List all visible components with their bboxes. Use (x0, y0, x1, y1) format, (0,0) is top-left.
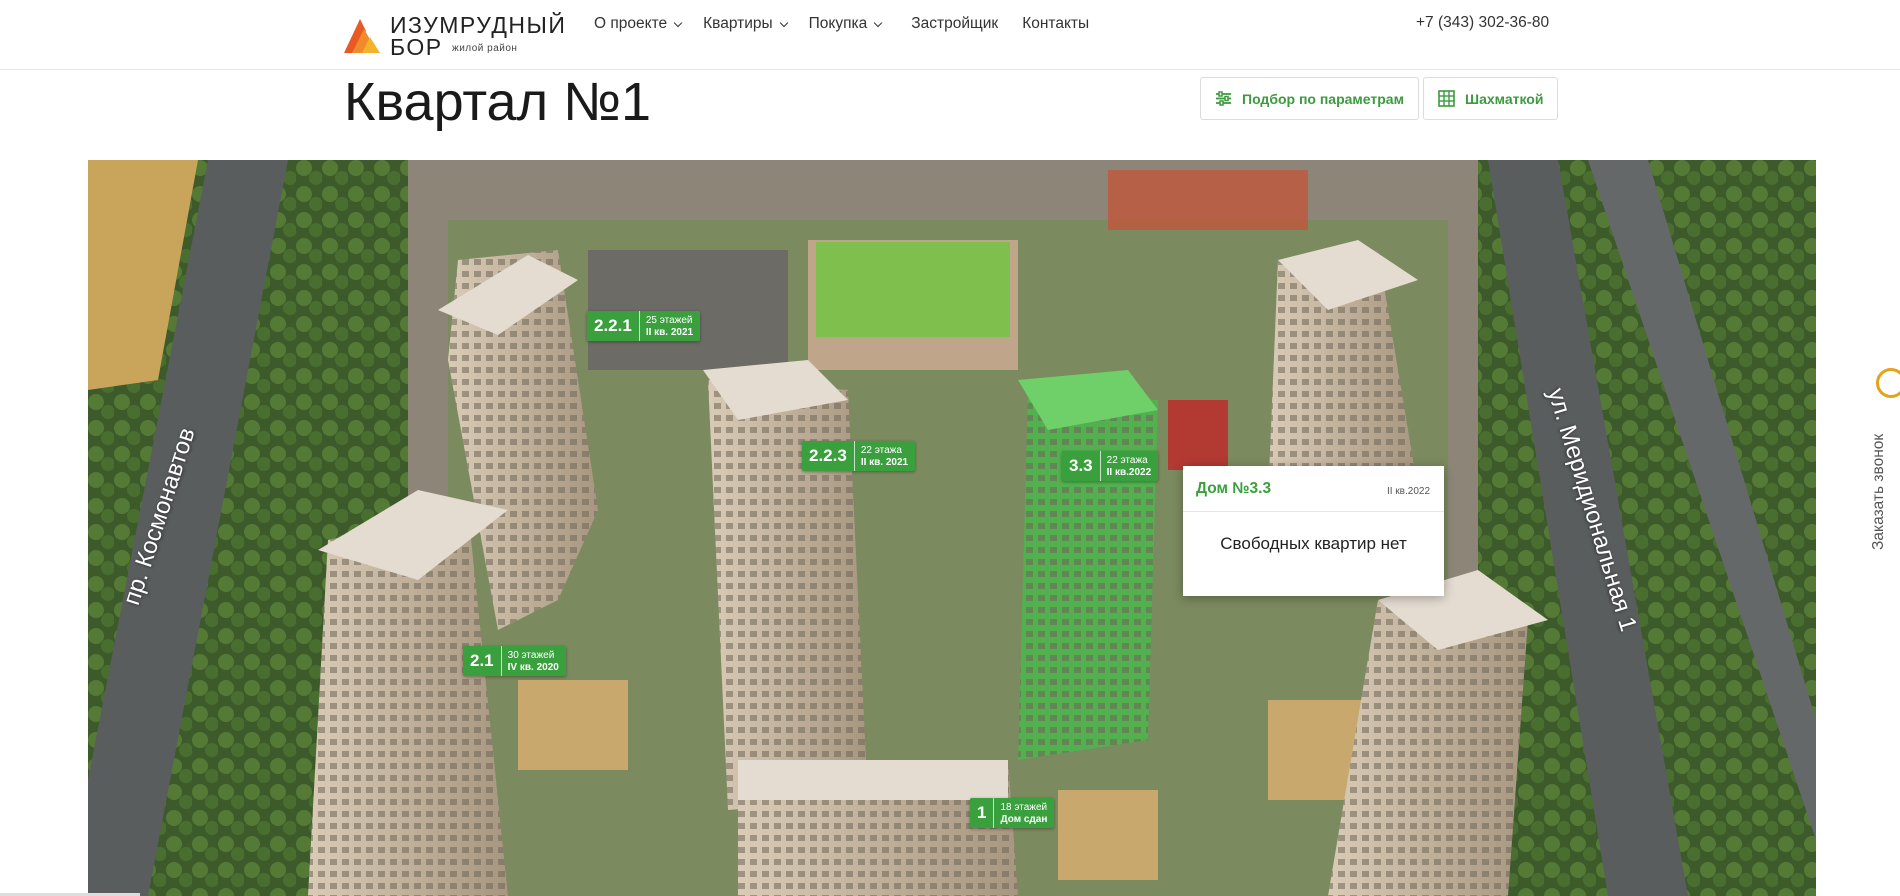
phone-icon (1876, 368, 1900, 398)
nav-item-label: Покупка (808, 15, 868, 32)
building-tag-2-1[interactable]: 2.1 30 этажей IV кв. 2020 (463, 646, 566, 676)
nav-item-about[interactable]: О проекте (594, 14, 683, 34)
nav-item-label: Контакты (1022, 15, 1090, 32)
building-tag-2-2-1[interactable]: 2.2.1 25 этажей II кв. 2021 (587, 311, 701, 341)
logo[interactable]: ИЗУМРУДНЫЙ БОР жилой район (342, 13, 565, 59)
chess-button-label: Шахматкой (1465, 90, 1544, 107)
building-number: 2.2.1 (587, 311, 640, 341)
building-date: II кв.2022 (1106, 467, 1152, 478)
chevron-down-icon (779, 18, 788, 27)
popup-title[interactable]: Дом №3.3 (1196, 480, 1271, 498)
popup-date: II кв.2022 (1386, 486, 1430, 497)
logo-flame-icon (344, 19, 380, 53)
building-floors: 22 этажа (1106, 455, 1148, 466)
nav-item-purchase[interactable]: Покупка (808, 14, 883, 34)
popup-message: Свободных квартир нет (1220, 534, 1407, 553)
grid-icon (1438, 90, 1455, 107)
building-number: 2.1 (463, 646, 502, 676)
logo-subtitle: жилой район (452, 43, 518, 54)
aerial-render-image (88, 160, 1816, 896)
chevron-down-icon (673, 18, 683, 27)
logo-title-line2: БОР (390, 34, 443, 60)
building-date: II кв. 2021 (860, 457, 909, 468)
nav-item-label: О проекте (594, 15, 668, 32)
building-tag-3-3[interactable]: 3.3 22 этажа II кв.2022 (1062, 451, 1159, 481)
popup-header: Дом №3.3 II кв.2022 (1183, 466, 1444, 512)
nav-item-label: Квартиры (703, 15, 773, 32)
filter-button-label: Подбор по параметрам (1242, 90, 1404, 107)
nav-item-contacts[interactable]: Контакты (1022, 14, 1089, 34)
nav-item-developer[interactable]: Застройщик (911, 14, 998, 34)
building-date: II кв. 2021 (645, 327, 694, 338)
building-floors: 25 этажей (645, 315, 693, 326)
building-date: Дом сдан (1000, 814, 1048, 825)
phone-link[interactable]: +7 (343) 302-36-80 (1416, 14, 1549, 32)
main-nav: О проекте Квартиры Покупка Застройщик Ко… (594, 14, 1089, 34)
building-number: 3.3 (1062, 451, 1101, 481)
building-popup[interactable]: Дом №3.3 II кв.2022 Свободных квартир не… (1183, 466, 1444, 596)
chess-view-button[interactable]: Шахматкой (1423, 77, 1559, 120)
nav-item-apartments[interactable]: Квартиры (703, 14, 788, 34)
building-tag-1[interactable]: 1 18 этажей Дом сдан (970, 798, 1055, 828)
building-number: 1 (970, 798, 995, 828)
chevron-down-icon (874, 18, 883, 27)
aerial-map[interactable]: пр. Космонавтов ул. Меридиональная 1 2.2… (88, 160, 1816, 896)
building-floors: 22 этажа (860, 445, 902, 456)
building-floors: 30 этажей (507, 650, 555, 661)
callback-widget[interactable]: Заказать звонок (1866, 360, 1900, 560)
building-number: 2.2.3 (802, 441, 855, 471)
building-date: IV кв. 2020 (507, 662, 559, 673)
building-tag-2-2-3[interactable]: 2.2.3 22 этажа II кв. 2021 (802, 441, 916, 471)
sliders-icon (1215, 91, 1232, 106)
filter-by-params-button[interactable]: Подбор по параметрам (1200, 77, 1419, 120)
callback-label: Заказать звонок (1870, 433, 1887, 550)
nav-item-label: Застройщик (911, 15, 999, 32)
building-floors: 18 этажей (1000, 802, 1048, 813)
site-header: ИЗУМРУДНЫЙ БОР жилой район О проекте Ква… (0, 0, 1900, 70)
page-title: Квартал №1 (344, 72, 652, 132)
